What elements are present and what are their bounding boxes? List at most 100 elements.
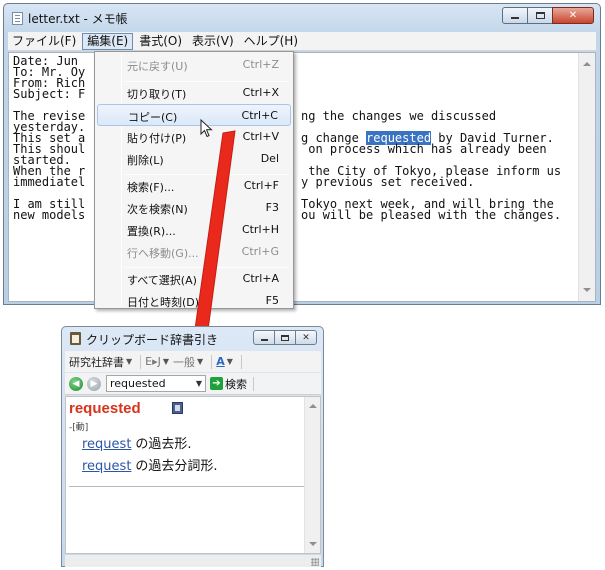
menu-item-shortcut: Ctrl+V	[242, 130, 279, 143]
menu-edit[interactable]: 編集(E)	[82, 32, 134, 50]
mouse-pointer-icon	[200, 119, 213, 138]
definition-row: request の過去形.	[82, 433, 192, 452]
scroll-up-icon[interactable]	[583, 62, 591, 66]
menu-item-label: 切り取り(T)	[127, 88, 187, 101]
search-mode-select[interactable]: 一般	[173, 354, 195, 370]
definition-row: request の過去分詞形.	[82, 455, 218, 474]
dictionary-book-icon[interactable]	[172, 402, 183, 414]
dictionary-titlebar[interactable]: クリップボード辞書引き ✕	[62, 327, 323, 350]
scroll-up-icon[interactable]	[309, 404, 317, 408]
menu-item-label: 貼り付け(P)	[127, 132, 187, 145]
text-line-right: on process which has already been	[301, 142, 547, 156]
menu-view[interactable]: 表示(V)	[188, 33, 238, 50]
search-button[interactable]: 検索	[225, 376, 247, 392]
dictionary-vertical-scrollbar[interactable]	[304, 397, 320, 553]
menu-item-undo[interactable]: 元に戻す(U) Ctrl+Z	[97, 54, 291, 76]
menu-item-shortcut: Ctrl+H	[241, 223, 279, 236]
resize-grip-icon[interactable]	[311, 558, 319, 566]
menu-item-replace[interactable]: 置換(R)... Ctrl+H	[97, 219, 291, 241]
part-of-speech-tag: -[動]	[69, 423, 89, 433]
chevron-down-icon[interactable]: ▼	[197, 357, 203, 366]
back-arrow-icon[interactable]: ◀	[69, 376, 83, 391]
menu-item-select-all[interactable]: すべて選択(A) Ctrl+A	[97, 268, 291, 290]
definition-text: の過去分詞形.	[135, 459, 218, 474]
menu-item-go-to-line[interactable]: 行へ移動(G)... Ctrl+G	[97, 241, 291, 263]
dictionary-status-bar	[65, 555, 321, 567]
menu-item-shortcut: Ctrl+Z	[242, 58, 279, 71]
definition-link[interactable]: request	[82, 459, 131, 474]
headword: requested	[69, 400, 141, 417]
dictionary-select[interactable]: 研究社辞書	[69, 354, 124, 370]
text-line-right: ng the changes we discussed	[301, 109, 497, 123]
dictionary-search-bar: ◀ ▶ requested ▼ ➔ 検索	[65, 373, 321, 395]
dictionary-window-controls: ✕	[253, 330, 317, 345]
menu-item-shortcut: Ctrl+A	[242, 272, 279, 285]
menu-item-label: 削除(L)	[127, 154, 164, 167]
clipboard-dictionary-window: クリップボード辞書引き ✕ 研究社辞書 ▼ E▸J ▼ 一般 ▼ A ▼ ◀ ▶…	[61, 326, 324, 567]
notepad-document-icon	[12, 12, 23, 25]
menu-item-label: コピー(C)	[128, 111, 178, 124]
menu-item-label: すべて選択(A)	[127, 274, 197, 287]
chevron-down-icon[interactable]: ▼	[196, 379, 205, 388]
menu-item-shortcut: Ctrl+G	[241, 245, 279, 258]
menu-item-shortcut: Ctrl+C	[241, 109, 278, 122]
menu-item-paste[interactable]: 貼り付け(P) Ctrl+V	[97, 126, 291, 148]
menu-item-shortcut: Del	[260, 152, 279, 165]
notepad-titlebar[interactable]: letter.txt - メモ帳 ✕	[4, 4, 600, 32]
menu-item-find[interactable]: 検索(F)... Ctrl+F	[97, 175, 291, 197]
maximize-button[interactable]	[527, 7, 553, 24]
menu-item-label: 元に戻す(U)	[127, 60, 188, 73]
toolbar-divider	[140, 354, 142, 369]
notepad-title: letter.txt - メモ帳	[28, 12, 128, 26]
chevron-down-icon[interactable]: ▼	[163, 357, 169, 366]
toolbar-divider	[211, 354, 213, 369]
scroll-down-icon[interactable]	[309, 542, 317, 546]
menu-item-shortcut: F3	[265, 201, 279, 214]
clipboard-icon	[70, 332, 81, 345]
text-line-right: y previous set received.	[301, 175, 475, 189]
menu-file[interactable]: ファイル(F)	[8, 33, 80, 50]
font-size-button[interactable]: A	[216, 355, 225, 368]
dictionary-maximize-button[interactable]	[274, 330, 296, 345]
menu-help[interactable]: ヘルプ(H)	[240, 33, 302, 50]
edit-dropdown-menu: 元に戻す(U) Ctrl+Z 切り取り(T) Ctrl+X コピー(C) Ctrl+C 貼り…	[94, 51, 294, 309]
menu-item-delete[interactable]: 削除(L) Del	[97, 148, 291, 170]
menu-item-shortcut: Ctrl+X	[242, 86, 279, 99]
menu-format[interactable]: 書式(O)	[135, 33, 186, 50]
menu-item-label: 置換(R)...	[127, 225, 176, 238]
scroll-down-icon[interactable]	[583, 288, 591, 292]
maximize-icon	[281, 334, 289, 341]
result-divider	[69, 486, 305, 487]
search-input-value: requested	[110, 377, 166, 390]
forward-arrow-icon[interactable]: ▶	[87, 376, 101, 391]
menu-item-label: 日付と時刻(D)	[127, 296, 200, 309]
close-button[interactable]: ✕	[552, 7, 594, 24]
menu-item-cut[interactable]: 切り取り(T) Ctrl+X	[97, 82, 291, 104]
dictionary-close-button[interactable]: ✕	[295, 330, 317, 345]
close-icon: ✕	[302, 332, 310, 343]
minimize-button[interactable]	[502, 7, 528, 24]
menu-item-date-time[interactable]: 日付と時刻(D) F5	[97, 290, 291, 312]
language-direction-select[interactable]: E▸J	[145, 355, 161, 368]
go-arrow-icon[interactable]: ➔	[210, 377, 223, 390]
text-line-right: ou will be pleased with the changes.	[301, 208, 562, 222]
chevron-down-icon[interactable]: ▼	[126, 357, 132, 366]
notepad-window: letter.txt - メモ帳 ✕ ファイル(F) 編集(E) 書式(O) 表…	[3, 3, 601, 305]
menu-item-find-next[interactable]: 次を検索(N) F3	[97, 197, 291, 219]
definition-link[interactable]: request	[82, 437, 131, 452]
dictionary-toolbar: 研究社辞書 ▼ E▸J ▼ 一般 ▼ A ▼	[65, 351, 321, 372]
menu-item-label: 検索(F)...	[127, 181, 175, 194]
notepad-vertical-scrollbar[interactable]	[578, 53, 595, 301]
dictionary-result-pane[interactable]: requested -[動] request の過去形. request の過去分詞…	[65, 396, 321, 554]
window-controls: ✕	[502, 7, 594, 24]
menu-item-label: 次を検索(N)	[127, 203, 188, 216]
toolbar-divider	[253, 376, 254, 391]
notepad-menubar: ファイル(F) 編集(E) 書式(O) 表示(V) ヘルプ(H)	[8, 32, 596, 51]
chevron-down-icon[interactable]: ▼	[227, 357, 233, 366]
menu-item-shortcut: Ctrl+F	[243, 179, 279, 192]
search-input[interactable]: requested ▼	[106, 375, 206, 392]
dictionary-minimize-button[interactable]	[253, 330, 275, 345]
menu-item-copy[interactable]: コピー(C) Ctrl+C	[97, 104, 291, 126]
definition-text: の過去形.	[135, 437, 192, 452]
menu-item-label: 行へ移動(G)...	[127, 247, 199, 260]
